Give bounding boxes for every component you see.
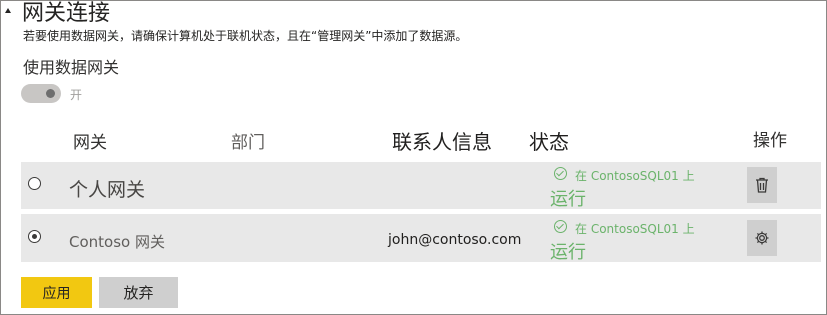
apply-button[interactable]: 应用 bbox=[21, 277, 92, 308]
radio-selected-dot bbox=[31, 233, 37, 239]
gateway-name: Contoso 网关 bbox=[69, 233, 165, 251]
gateway-settings-button[interactable] bbox=[747, 220, 777, 256]
discard-button[interactable]: 放弃 bbox=[99, 277, 178, 308]
column-header-department: 部门 bbox=[231, 133, 265, 153]
section-description: 若要使用数据网关，请确保计算机处于联机状态，且在“管理网关”中添加了数据源。 bbox=[23, 29, 468, 43]
collapse-caret-icon[interactable] bbox=[5, 8, 11, 13]
gateway-radio-contoso[interactable] bbox=[28, 230, 41, 243]
delete-gateway-button[interactable] bbox=[747, 167, 777, 203]
check-circle-icon bbox=[554, 167, 567, 180]
trash-icon bbox=[756, 177, 768, 193]
use-gateway-label: 使用数据网关 bbox=[23, 58, 120, 77]
gateway-radio-personal[interactable] bbox=[28, 177, 41, 190]
toggle-state-text: 开 bbox=[70, 88, 83, 102]
status-text: 运行 bbox=[550, 189, 586, 210]
column-header-actions: 操作 bbox=[753, 131, 787, 151]
section-title: 网关连接 bbox=[22, 1, 111, 26]
status-detail: 在 ContosoSQL01 上 bbox=[575, 169, 695, 183]
use-gateway-toggle[interactable] bbox=[21, 84, 61, 103]
gateway-name: 个人网关 bbox=[69, 179, 146, 201]
column-header-contact: 联系人信息 bbox=[392, 130, 492, 154]
toggle-knob bbox=[46, 89, 55, 98]
gear-icon bbox=[755, 231, 769, 245]
check-circle-icon bbox=[554, 220, 567, 233]
column-header-gateway: 网关 bbox=[73, 133, 107, 153]
status-text: 运行 bbox=[550, 242, 586, 263]
column-header-status: 状态 bbox=[529, 130, 569, 154]
status-detail: 在 ContosoSQL01 上 bbox=[575, 222, 695, 236]
gateway-connection-panel bbox=[0, 0, 827, 315]
contact-email: john@contoso.com bbox=[388, 232, 522, 248]
